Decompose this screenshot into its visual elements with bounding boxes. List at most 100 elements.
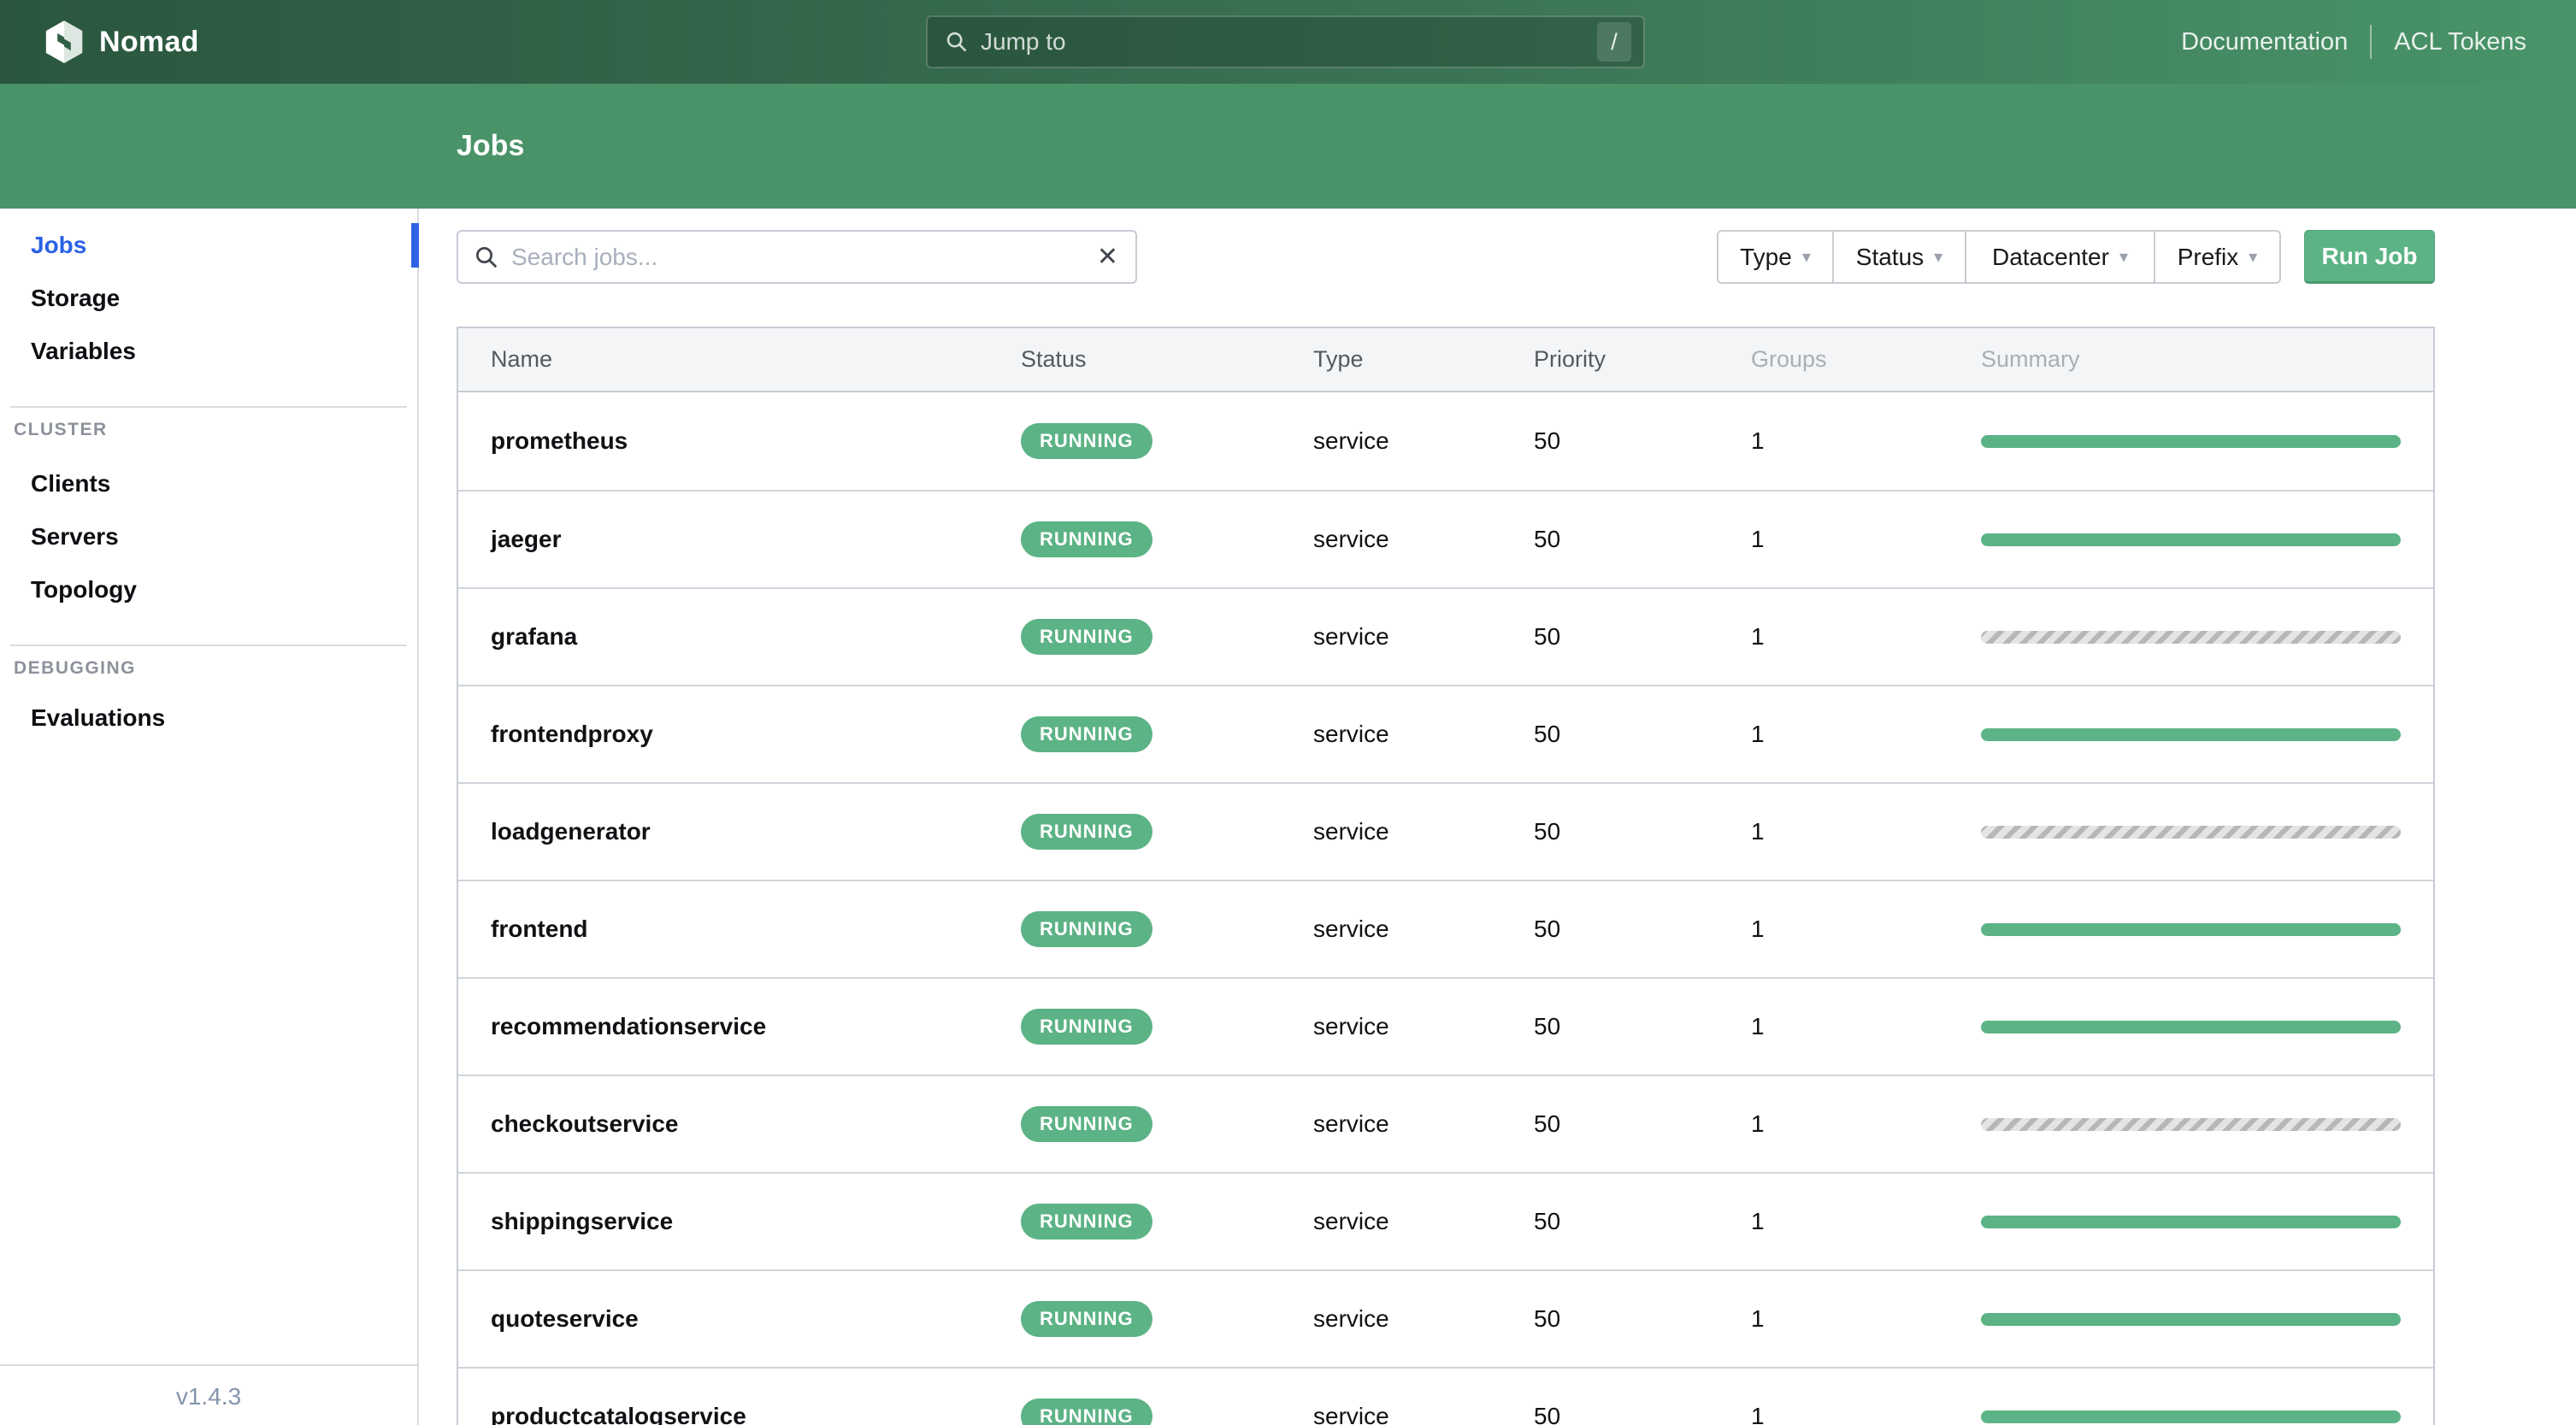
table-row[interactable]: loadgenerator RUNNING service 50 1: [458, 782, 2433, 880]
column-header-type[interactable]: Type: [1313, 346, 1534, 373]
job-priority: 50: [1534, 427, 1561, 454]
status-cell: RUNNING: [1021, 1399, 1313, 1425]
status-badge: RUNNING: [1021, 521, 1152, 557]
job-type: service: [1313, 427, 1389, 454]
run-job-button[interactable]: Run Job: [2304, 230, 2435, 284]
status-cell: RUNNING: [1021, 911, 1313, 947]
brand-link[interactable]: Nomad: [44, 20, 199, 64]
table-row[interactable]: jaeger RUNNING service 50 1: [458, 490, 2433, 587]
sidebar-item-topology[interactable]: Topology: [0, 563, 417, 616]
job-groups: 1: [1751, 1403, 1765, 1425]
summary-bar: [1981, 1312, 2401, 1326]
summary-bar: [1981, 1020, 2401, 1033]
job-name-link[interactable]: checkoutservice: [491, 1110, 1021, 1138]
job-name-link[interactable]: frontendproxy: [491, 721, 1021, 748]
sidebar: Jobs Storage Variables CLUSTER Clients S…: [0, 209, 419, 1425]
status-badge: RUNNING: [1021, 1301, 1152, 1337]
job-name-link[interactable]: frontend: [491, 916, 1021, 943]
job-name-link[interactable]: recommendationservice: [491, 1013, 1021, 1040]
sidebar-divider: [10, 645, 407, 646]
sidebar-item-storage[interactable]: Storage: [0, 272, 417, 325]
summary-bar: [1981, 922, 2401, 936]
column-header-name[interactable]: Name: [491, 346, 1021, 373]
job-priority: 50: [1534, 818, 1561, 845]
table-row[interactable]: grafana RUNNING service 50 1: [458, 587, 2433, 685]
column-header-status[interactable]: Status: [1021, 346, 1313, 373]
summary-bar: [1981, 1117, 2401, 1131]
job-name-link[interactable]: grafana: [491, 623, 1021, 651]
job-priority: 50: [1534, 721, 1561, 747]
summary-cell: [1981, 1020, 2401, 1033]
main-content: ✕ Type▾ Status▾ Datacenter▾ Prefix▾ Run …: [419, 209, 2576, 1425]
column-header-summary: Summary: [1981, 346, 2080, 372]
table-row[interactable]: prometheus RUNNING service 50 1: [458, 392, 2433, 490]
jobs-search-input[interactable]: [511, 243, 1097, 271]
job-type: service: [1313, 721, 1389, 747]
table-row[interactable]: shippingservice RUNNING service 50 1: [458, 1172, 2433, 1269]
job-name-link[interactable]: quoteservice: [491, 1305, 1021, 1333]
chevron-down-icon: ▾: [2249, 248, 2258, 267]
sidebar-item-variables[interactable]: Variables: [0, 325, 417, 378]
jump-to-search[interactable]: Jump to /: [926, 15, 1645, 68]
summary-cell: [1981, 825, 2401, 839]
status-badge: RUNNING: [1021, 1399, 1152, 1425]
table-row[interactable]: frontendproxy RUNNING service 50 1: [458, 685, 2433, 782]
job-type: service: [1313, 1403, 1389, 1425]
sidebar-item-jobs[interactable]: Jobs: [0, 219, 419, 272]
slash-shortcut-key: /: [1597, 22, 1631, 62]
sidebar-section-cluster: CLUSTER: [14, 420, 108, 439]
filter-type[interactable]: Type ▾: [1718, 232, 1832, 282]
jobs-table: Name Status Type Priority Groups Summary…: [457, 327, 2435, 1425]
sidebar-item-evaluations[interactable]: Evaluations: [0, 692, 417, 745]
job-type: service: [1313, 1110, 1389, 1137]
sidebar-item-clients[interactable]: Clients: [0, 457, 417, 510]
job-priority: 50: [1534, 1110, 1561, 1137]
job-groups: 1: [1751, 1208, 1765, 1234]
clear-search-icon[interactable]: ✕: [1097, 244, 1118, 270]
table-header: Name Status Type Priority Groups Summary: [458, 328, 2433, 392]
job-groups: 1: [1751, 1110, 1765, 1137]
status-cell: RUNNING: [1021, 1204, 1313, 1240]
filter-group: Type ▾ Status ▾ Datacenter ▾ Prefix ▾: [1717, 230, 2281, 284]
summary-cell: [1981, 1312, 2401, 1326]
table-row[interactable]: frontend RUNNING service 50 1: [458, 880, 2433, 977]
table-row[interactable]: recommendationservice RUNNING service 50 1: [458, 977, 2433, 1075]
version-footer: v1.4.3: [0, 1364, 417, 1425]
column-header-priority[interactable]: Priority: [1534, 346, 1751, 373]
status-cell: RUNNING: [1021, 814, 1313, 850]
job-name-link[interactable]: loadgenerator: [491, 818, 1021, 845]
status-cell: RUNNING: [1021, 619, 1313, 655]
search-icon: [945, 30, 969, 54]
job-type: service: [1313, 1305, 1389, 1332]
job-type: service: [1313, 623, 1389, 650]
table-row[interactable]: quoteservice RUNNING service 50 1: [458, 1269, 2433, 1367]
acl-tokens-link[interactable]: ACL Tokens: [2394, 28, 2526, 56]
job-groups: 1: [1751, 1305, 1765, 1332]
table-body: prometheus RUNNING service 50 1 jaeger RUNNING…: [458, 392, 2433, 1425]
job-groups: 1: [1751, 1013, 1765, 1039]
filter-datacenter[interactable]: Datacenter ▾: [1965, 232, 2154, 282]
job-priority: 50: [1534, 526, 1561, 552]
table-row[interactable]: checkoutservice RUNNING service 50 1: [458, 1075, 2433, 1172]
job-type: service: [1313, 916, 1389, 942]
status-cell: RUNNING: [1021, 716, 1313, 752]
status-badge: RUNNING: [1021, 716, 1152, 752]
jump-to-placeholder: Jump to: [981, 28, 1066, 55]
page-header-band: Jobs: [0, 84, 2576, 209]
documentation-link[interactable]: Documentation: [2181, 28, 2348, 56]
job-name-link[interactable]: prometheus: [491, 427, 1021, 455]
filter-prefix[interactable]: Prefix ▾: [2154, 232, 2279, 282]
job-name-link[interactable]: shippingservice: [491, 1208, 1021, 1235]
job-type: service: [1313, 1013, 1389, 1039]
summary-cell: [1981, 630, 2401, 644]
job-groups: 1: [1751, 916, 1765, 942]
job-groups: 1: [1751, 623, 1765, 650]
status-cell: RUNNING: [1021, 1301, 1313, 1337]
job-priority: 50: [1534, 916, 1561, 942]
job-name-link[interactable]: productcatalogservice: [491, 1403, 1021, 1425]
summary-bar: [1981, 630, 2401, 644]
job-name-link[interactable]: jaeger: [491, 526, 1021, 553]
filter-status[interactable]: Status ▾: [1832, 232, 1965, 282]
sidebar-item-servers[interactable]: Servers: [0, 510, 417, 563]
table-row[interactable]: productcatalogservice RUNNING service 50 1: [458, 1367, 2433, 1425]
